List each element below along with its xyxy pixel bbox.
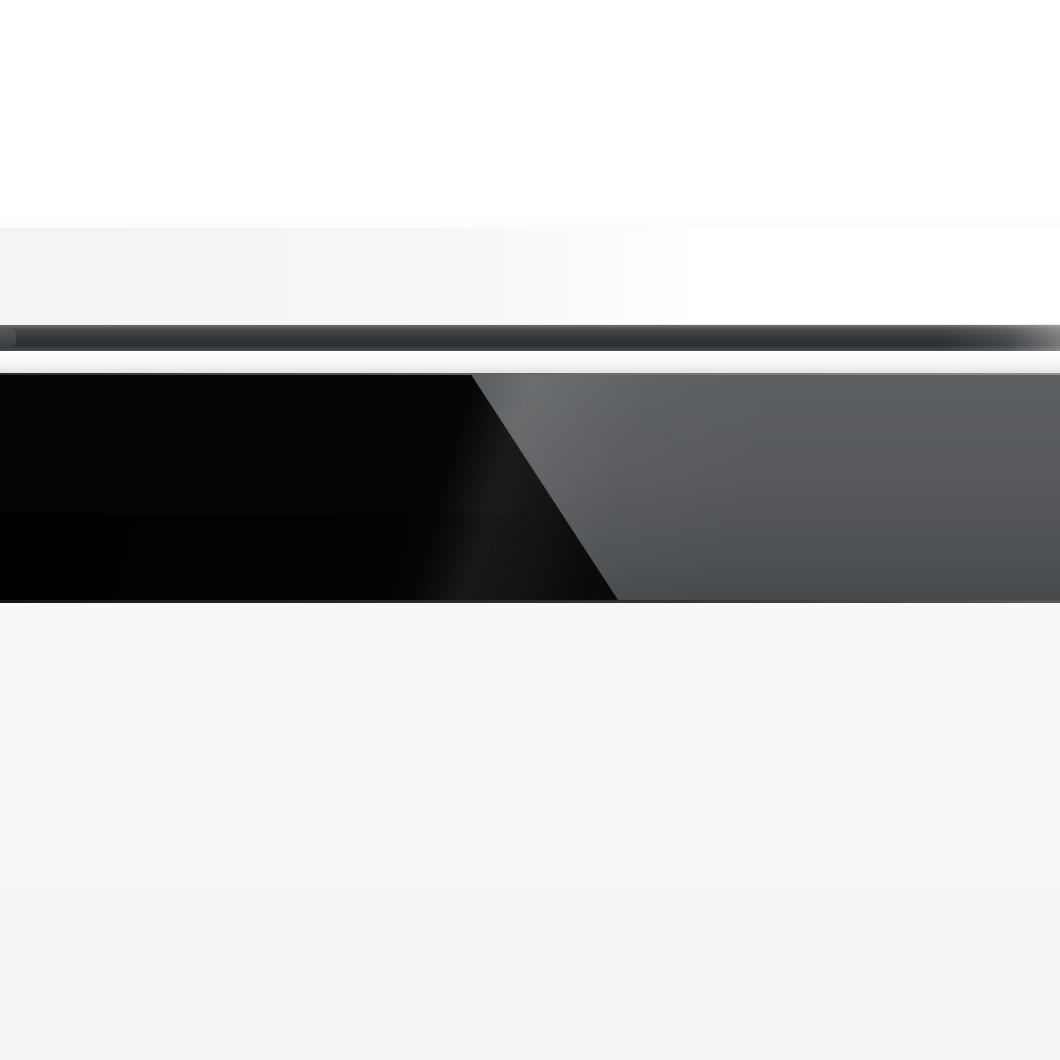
- cabinet-body-sheen: [0, 228, 1060, 324]
- cabinet-gap-strip: [0, 351, 1060, 373]
- cabinet-lower-body: [0, 603, 1060, 1060]
- touch-control-panel: % Disinfection time: [0, 373, 1060, 603]
- device-photo-scene: % Disinfection time: [0, 0, 1060, 1060]
- rail-left-cap: [0, 329, 16, 347]
- cabinet-door-rail: [0, 325, 1060, 351]
